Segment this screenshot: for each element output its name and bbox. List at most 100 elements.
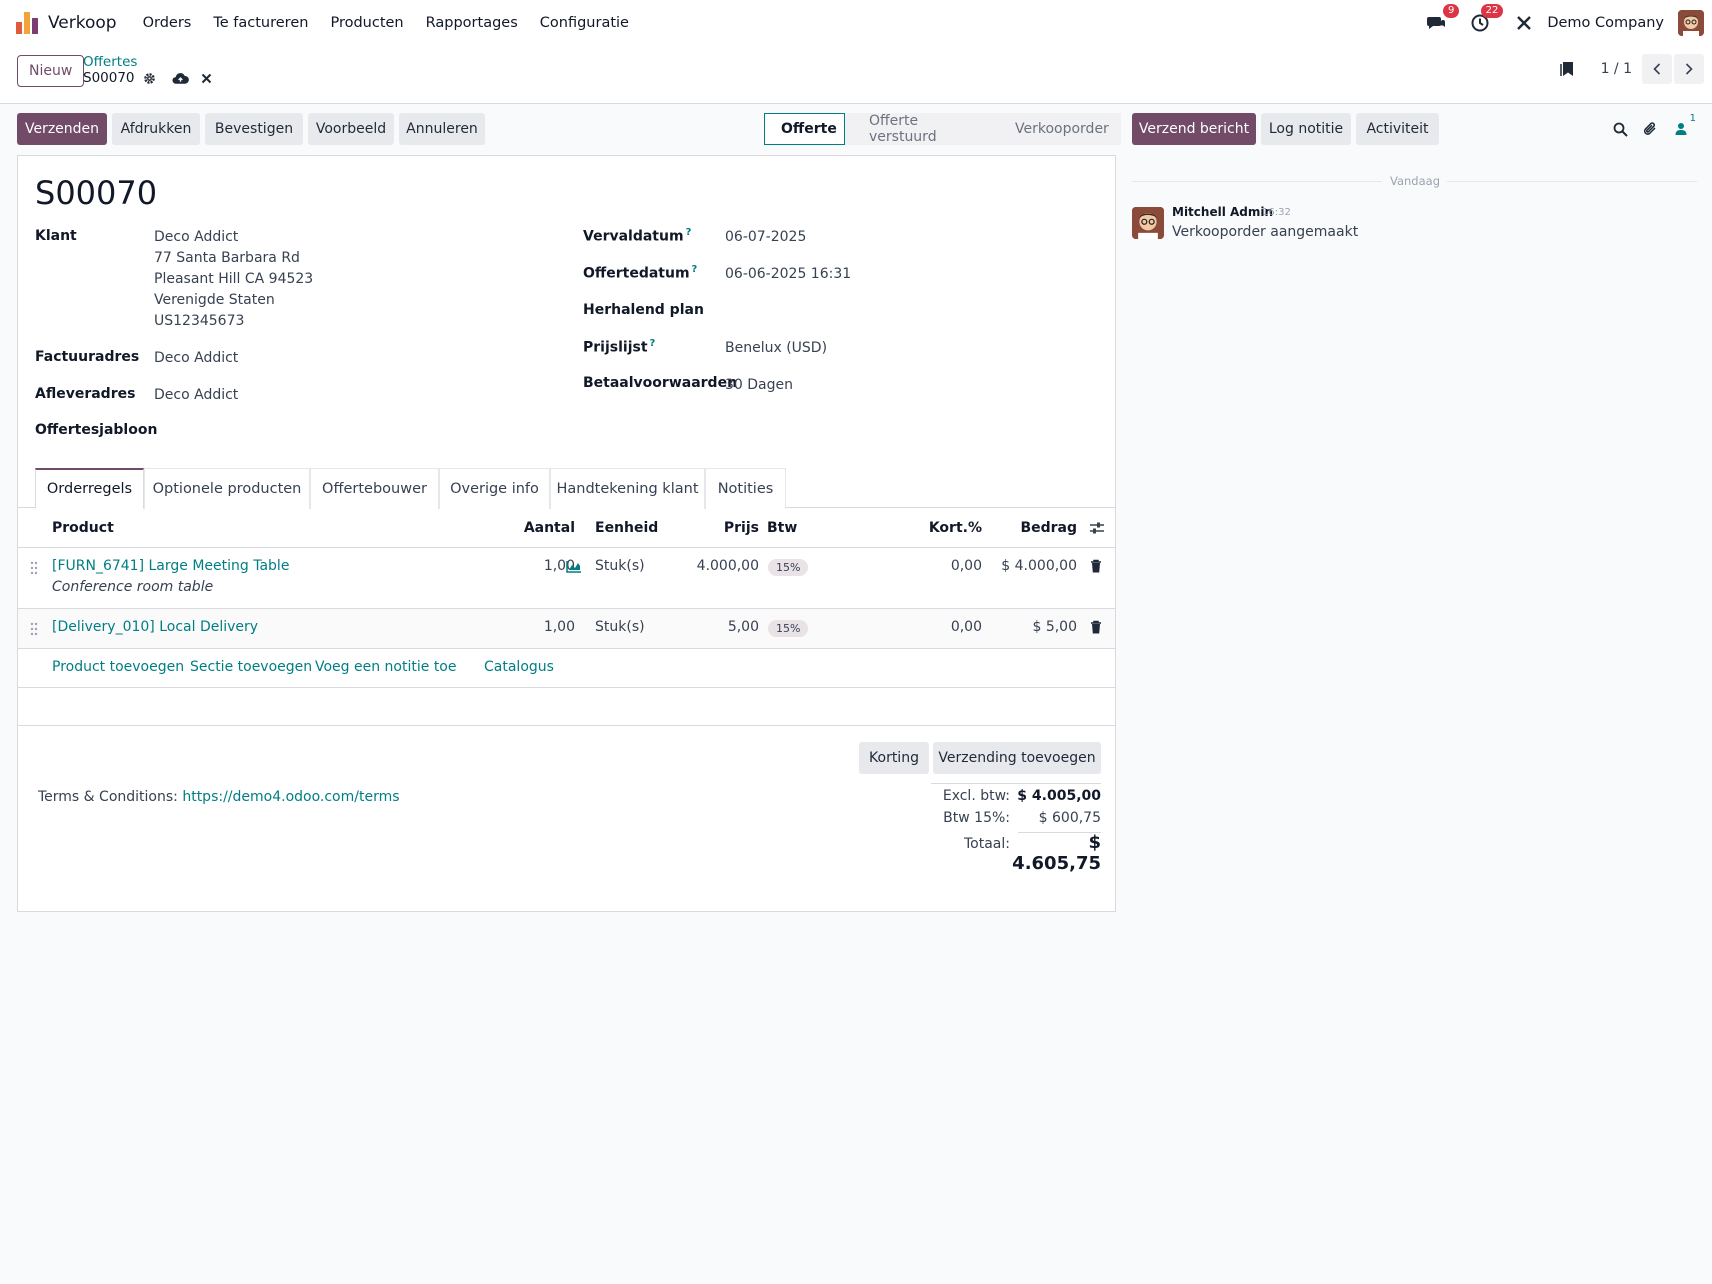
row-discount[interactable]: 0,00 <box>898 558 982 574</box>
print-button[interactable]: Afdrukken <box>112 113 200 145</box>
col-quantity[interactable]: Aantal <box>515 520 575 536</box>
table-row[interactable]: [FURN_6741] Large Meeting Table Conferen… <box>18 548 1115 609</box>
activities-badge: 22 <box>1480 4 1504 18</box>
user-avatar[interactable] <box>1678 10 1704 36</box>
preview-button[interactable]: Voorbeeld <box>308 113 394 145</box>
activities-icon[interactable]: 22 <box>1469 4 1504 34</box>
payment-terms-label: Betaalvoorwaarden <box>583 375 738 391</box>
tab-other-info[interactable]: Overige info <box>439 468 550 509</box>
quote-date-help-icon[interactable]: ? <box>692 264 698 275</box>
expiry-value[interactable]: 06-07-2025 <box>725 229 806 245</box>
tab-optional-products[interactable]: Optionele producten <box>144 468 310 509</box>
cancel-button[interactable]: Annuleren <box>399 113 485 145</box>
col-amount[interactable]: Bedrag <box>998 520 1077 536</box>
search-icon[interactable] <box>1610 119 1630 139</box>
delivery-address-value[interactable]: Deco Addict <box>154 387 238 403</box>
row-quantity[interactable]: 1,00 <box>515 619 575 635</box>
pricelist-help-icon[interactable]: ? <box>650 338 656 349</box>
send-message-button[interactable]: Verzend bericht <box>1132 113 1256 145</box>
row-unit[interactable]: Stuk(s) <box>595 558 645 574</box>
delete-row-icon[interactable] <box>1090 620 1102 638</box>
new-button[interactable]: Nieuw <box>17 55 85 87</box>
log-note-button[interactable]: Log notitie <box>1261 113 1351 145</box>
customer-country: Verenigde Staten <box>154 292 275 308</box>
total-value: $ 4.605,75 <box>1012 832 1101 874</box>
message-time: 16:32 <box>1262 207 1291 218</box>
gear-icon[interactable] <box>143 72 156 85</box>
row-product[interactable]: [Delivery_010] Local Delivery <box>52 619 258 635</box>
tab-quote-builder[interactable]: Offertebouwer <box>310 468 439 509</box>
pager-next-button[interactable] <box>1674 54 1704 84</box>
row-tax-badge[interactable]: 15% <box>768 559 809 576</box>
pricelist-value[interactable]: Benelux (USD) <box>725 340 827 356</box>
breadcrumb-current-label: S00070 <box>83 70 135 86</box>
drag-handle-icon[interactable] <box>30 561 38 575</box>
col-unit[interactable]: Eenheid <box>595 520 658 536</box>
followers-icon[interactable]: 1 <box>1672 113 1696 139</box>
add-product-link[interactable]: Product toevoegen <box>52 659 184 675</box>
cloud-upload-icon[interactable] <box>171 72 189 85</box>
messages-icon[interactable]: 9 <box>1425 4 1460 34</box>
customer-name[interactable]: Deco Addict <box>154 229 238 245</box>
table-row[interactable]: [Delivery_010] Local Delivery 1,00 Stuk(… <box>18 609 1115 649</box>
discount-button[interactable]: Korting <box>859 742 929 774</box>
drag-handle-icon[interactable] <box>30 622 38 636</box>
stage-sales-order[interactable]: Verkooporder <box>991 113 1121 145</box>
control-panel: Nieuw Offertes S00070 1 / 1 <box>0 46 1712 104</box>
stage-quotation-sent[interactable]: Offerte verstuurd <box>845 113 991 145</box>
pager-value[interactable]: 1 / 1 <box>1601 61 1632 77</box>
menu-to-invoice[interactable]: Te factureren <box>213 15 308 31</box>
invoice-address-label: Factuuradres <box>35 349 140 365</box>
row-price[interactable]: 4.000,00 <box>669 558 759 574</box>
customer-city: Pleasant Hill CA 94523 <box>154 271 314 287</box>
untaxed-label: Excl. btw: <box>942 788 1010 804</box>
send-button[interactable]: Verzenden <box>17 113 107 145</box>
delete-row-icon[interactable] <box>1090 559 1102 577</box>
expiry-help-icon[interactable]: ? <box>686 227 692 238</box>
app-name[interactable]: Verkoop <box>48 13 117 33</box>
menu-configuration[interactable]: Configuratie <box>540 15 629 31</box>
delivery-address-label: Afleveradres <box>35 386 136 402</box>
quote-date-value[interactable]: 06-06-2025 16:31 <box>725 266 851 282</box>
col-product[interactable]: Product <box>52 520 114 536</box>
company-switcher[interactable]: Demo Company <box>1547 15 1664 31</box>
forecast-chart-icon[interactable] <box>566 560 582 577</box>
col-price[interactable]: Prijs <box>699 520 759 536</box>
menu-products[interactable]: Producten <box>330 15 403 31</box>
col-tax[interactable]: Btw <box>767 520 797 536</box>
optional-columns-icon[interactable] <box>1089 521 1105 539</box>
add-shipping-button[interactable]: Verzending toevoegen <box>933 742 1101 774</box>
tools-icon[interactable] <box>1513 12 1535 34</box>
payment-terms-value[interactable]: 30 Dagen <box>725 377 793 393</box>
tab-order-lines[interactable]: Orderregels <box>35 468 144 509</box>
breadcrumb-quotations[interactable]: Offertes <box>83 54 137 70</box>
menu-reporting[interactable]: Rapportages <box>426 15 518 31</box>
top-navbar: Verkoop Orders Te factureren Producten R… <box>0 0 1712 46</box>
row-discount[interactable]: 0,00 <box>898 619 982 635</box>
row-unit[interactable]: Stuk(s) <box>595 619 645 635</box>
tab-customer-signature[interactable]: Handtekening klant <box>550 468 705 509</box>
add-note-link[interactable]: Voeg een notitie toe <box>315 659 456 675</box>
tab-notes[interactable]: Notities <box>705 468 786 509</box>
customer-vat: US12345673 <box>154 313 245 329</box>
row-price[interactable]: 5,00 <box>669 619 759 635</box>
pricelist-label: Prijslijst? <box>583 338 656 356</box>
close-icon[interactable] <box>201 73 212 84</box>
activity-button[interactable]: Activiteit <box>1356 113 1439 145</box>
add-section-link[interactable]: Sectie toevoegen <box>190 659 312 675</box>
confirm-button[interactable]: Bevestigen <box>205 113 303 145</box>
message-author[interactable]: Mitchell Admin <box>1172 205 1273 219</box>
message-author-avatar[interactable] <box>1132 207 1164 239</box>
sales-app-icon[interactable] <box>16 12 38 34</box>
col-discount[interactable]: Kort.% <box>898 520 982 536</box>
catalog-link[interactable]: Catalogus <box>484 659 554 675</box>
row-product[interactable]: [FURN_6741] Large Meeting Table <box>52 558 289 574</box>
attachment-icon[interactable] <box>1640 119 1660 139</box>
menu-orders[interactable]: Orders <box>143 15 192 31</box>
stage-quotation[interactable]: Offerte <box>764 113 845 145</box>
invoice-address-value[interactable]: Deco Addict <box>154 350 238 366</box>
row-tax-badge[interactable]: 15% <box>768 620 809 637</box>
bookmark-icon[interactable] <box>1557 59 1577 79</box>
pager-previous-button[interactable] <box>1642 54 1672 84</box>
terms-link[interactable]: https://demo4.odoo.com/terms <box>182 789 399 805</box>
